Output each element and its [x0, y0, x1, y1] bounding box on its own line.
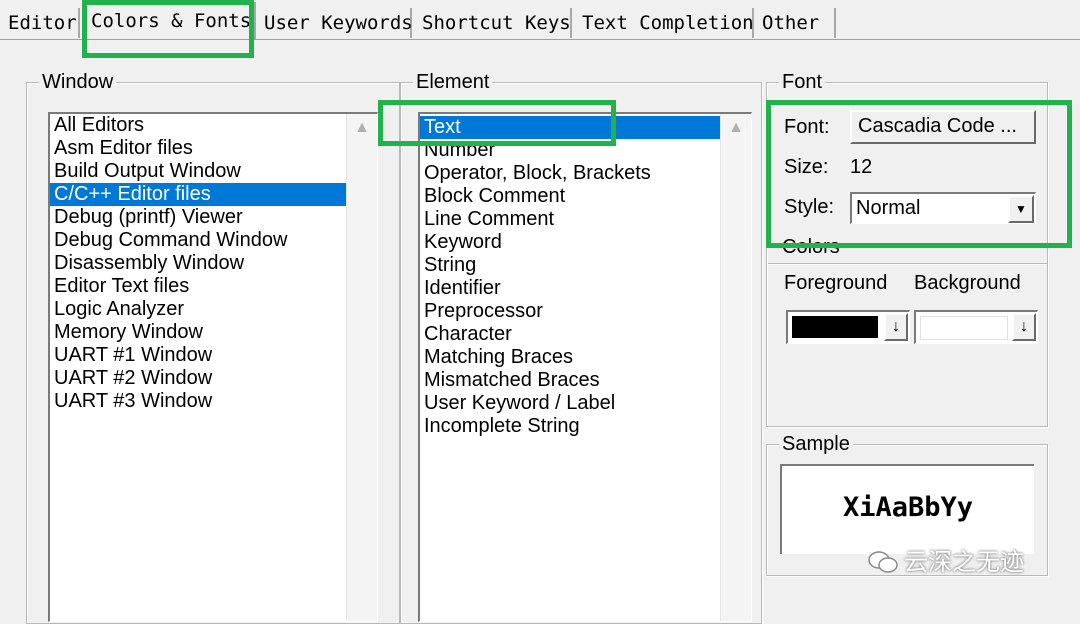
tab-editor[interactable]: Editor [2, 8, 80, 38]
element-item-selected[interactable]: Text [420, 116, 721, 139]
foreground-swatch [792, 316, 878, 338]
font-label: Font: [784, 116, 830, 138]
font-group-label: Font [779, 69, 826, 95]
element-item[interactable]: Matching Braces [420, 346, 751, 369]
tab-bar: Editor Colors & Fonts User Keywords Shor… [0, 0, 1080, 40]
window-item-selected[interactable]: C/C++ Editor files [50, 183, 347, 206]
style-value: Normal [856, 197, 921, 219]
background-swatch [920, 316, 1008, 340]
element-item[interactable]: Number [420, 139, 751, 162]
tab-shortcut-keys[interactable]: Shortcut Keys [416, 8, 572, 38]
window-item[interactable]: Disassembly Window [50, 252, 377, 275]
element-item[interactable]: Operator, Block, Brackets [420, 162, 751, 185]
window-item[interactable]: Asm Editor files [50, 137, 377, 160]
tab-user-keywords[interactable]: User Keywords [258, 8, 413, 38]
watermark: 云深之无迹 [868, 542, 1024, 577]
element-listbox[interactable]: Text Number Operator, Block, Brackets Bl… [418, 112, 752, 622]
wechat-icon [868, 551, 898, 573]
foreground-color-picker[interactable]: ↓ [786, 310, 910, 344]
window-item[interactable]: Debug Command Window [50, 229, 377, 252]
colors-group-label: Colors [779, 234, 843, 260]
size-value: 12 [850, 156, 873, 178]
element-item[interactable]: String [420, 254, 751, 277]
element-group-label: Element [413, 69, 493, 95]
scroll-up-icon[interactable]: ▲ [721, 116, 751, 140]
window-scrollbar[interactable]: ▲ [346, 114, 377, 621]
window-item[interactable]: Logic Analyzer [50, 298, 377, 321]
window-group-label: Window [39, 69, 117, 95]
element-item[interactable]: Identifier [420, 277, 751, 300]
window-item[interactable]: UART #1 Window [50, 344, 377, 367]
window-list: All Editors Asm Editor files Build Outpu… [50, 114, 377, 413]
drop-arrow-icon[interactable]: ↓ [1012, 313, 1036, 341]
element-item[interactable]: Line Comment [420, 208, 751, 231]
element-item[interactable]: Mismatched Braces [420, 369, 751, 392]
window-item[interactable]: UART #2 Window [50, 367, 377, 390]
tab-other[interactable]: Other [756, 8, 836, 38]
element-item[interactable]: Incomplete String [420, 415, 751, 438]
sample-preview: XiAaBbYy [780, 464, 1034, 554]
tab-colors-fonts[interactable]: Colors & Fonts [84, 2, 256, 40]
style-label: Style: [784, 196, 835, 218]
style-dropdown[interactable]: Normal ▼ [850, 192, 1036, 224]
window-item[interactable]: Editor Text files [50, 275, 377, 298]
window-item[interactable]: UART #3 Window [50, 390, 377, 413]
window-item[interactable]: Debug (printf) Viewer [50, 206, 377, 229]
foreground-label: Foreground [784, 272, 888, 294]
window-item[interactable]: Build Output Window [50, 160, 377, 183]
window-item[interactable]: Memory Window [50, 321, 377, 344]
sample-group-label: Sample [779, 431, 853, 457]
chevron-down-icon[interactable]: ▼ [1008, 195, 1034, 223]
element-item[interactable]: Block Comment [420, 185, 751, 208]
element-item[interactable]: User Keyword / Label [420, 392, 751, 415]
window-item[interactable]: All Editors [50, 114, 377, 137]
scroll-up-icon[interactable]: ▲ [347, 116, 377, 140]
element-item[interactable]: Keyword [420, 231, 751, 254]
tab-divider [0, 39, 1080, 40]
element-item[interactable]: Character [420, 323, 751, 346]
drop-arrow-icon[interactable]: ↓ [884, 313, 908, 341]
background-label: Background [914, 272, 1021, 294]
watermark-text: 云深之无迹 [904, 549, 1024, 576]
tab-text-completion[interactable]: Text Completion [576, 8, 754, 38]
element-list: Text Number Operator, Block, Brackets Bl… [420, 114, 751, 438]
background-color-picker[interactable]: ↓ [914, 310, 1038, 344]
element-item[interactable]: Preprocessor [420, 300, 751, 323]
size-label: Size: [784, 156, 829, 178]
sample-text: XiAaBbYy [842, 492, 974, 523]
font-select-button[interactable]: Cascadia Code ... [850, 110, 1036, 144]
window-listbox[interactable]: All Editors Asm Editor files Build Outpu… [48, 112, 378, 622]
element-scrollbar[interactable]: ▲ [720, 114, 751, 621]
